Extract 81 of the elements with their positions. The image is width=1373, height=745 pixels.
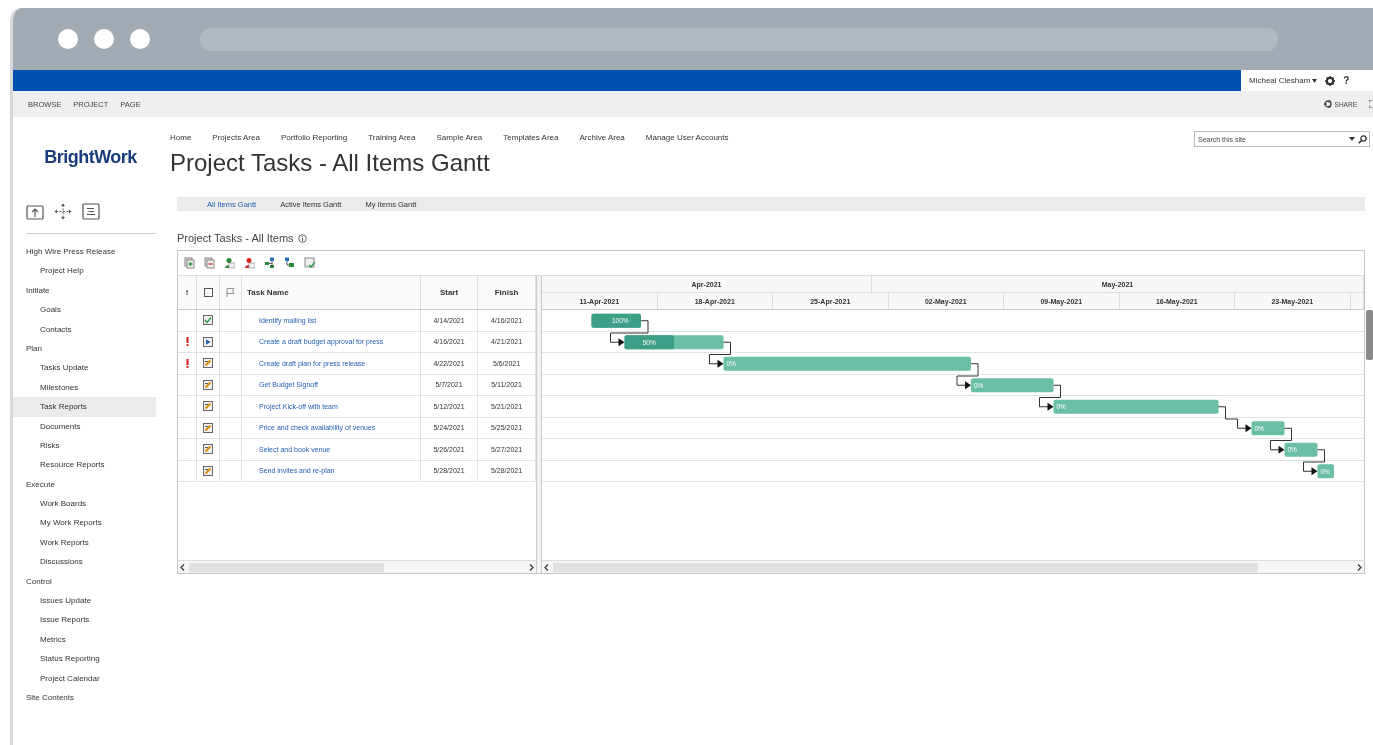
share-icon — [1323, 100, 1332, 108]
nav-item[interactable]: Risks — [13, 435, 156, 456]
dropdown-icon[interactable] — [1349, 137, 1355, 141]
nav-item[interactable]: Goals — [13, 300, 156, 320]
nav-link[interactable]: Portfolio Reporting — [280, 133, 348, 142]
settings-icon[interactable] — [1325, 75, 1336, 86]
logo[interactable]: BrightWork — [44, 146, 137, 168]
caret-icon — [1312, 78, 1318, 83]
checkbox-icon[interactable] — [203, 288, 213, 297]
nav-item[interactable]: Initiate — [13, 280, 156, 301]
nav-item[interactable]: Project Help — [13, 261, 156, 281]
nav-link[interactable]: Projects Area — [212, 133, 260, 142]
column-header[interactable]: ! — [185, 288, 189, 297]
pencil-status-icon[interactable] — [203, 422, 213, 433]
nav-item[interactable]: Plan — [13, 338, 156, 359]
column-header[interactable]: Finish — [494, 288, 519, 297]
link-icon[interactable] — [264, 257, 275, 269]
nav-item[interactable]: Work Boards — [13, 494, 156, 514]
info-icon[interactable] — [297, 233, 307, 243]
nav-item[interactable]: Contacts — [13, 319, 156, 339]
search-icon[interactable] — [1358, 134, 1367, 144]
check-status-icon[interactable] — [203, 315, 213, 326]
scrollbar-thumb[interactable] — [1366, 310, 1373, 360]
nav-item[interactable]: Project Calendar — [13, 668, 156, 688]
pencil-status-icon[interactable] — [203, 358, 213, 369]
nav-item[interactable]: Resource Reports — [13, 455, 156, 475]
move-icon[interactable] — [54, 203, 72, 220]
flag-icon[interactable] — [226, 288, 235, 297]
nav-item[interactable]: Site Contents — [13, 688, 156, 708]
nav-item[interactable]: Work Reports — [13, 532, 156, 553]
gantt-bar[interactable] — [591, 313, 641, 328]
nav-item[interactable]: Execute — [13, 474, 156, 495]
nav-item[interactable]: Status Reporting — [13, 649, 156, 669]
nav-item[interactable]: Metrics — [13, 629, 156, 650]
horizontal-scrollbar[interactable] — [178, 560, 536, 573]
list-icon[interactable] — [82, 203, 100, 220]
document-minus-icon[interactable] — [204, 257, 215, 269]
list-title: Project Tasks - All Items — [177, 232, 294, 244]
nav-link[interactable]: Sample Area — [436, 133, 483, 142]
nav-item[interactable]: Tasks Update — [13, 358, 156, 378]
column-header[interactable]: Start — [439, 288, 459, 297]
nav-item[interactable]: Milestones — [13, 377, 156, 398]
nav-link[interactable]: Archive Area — [579, 133, 625, 142]
scroll-right-icon[interactable] — [529, 563, 534, 571]
document-check-icon[interactable] — [304, 257, 315, 269]
window-dot[interactable] — [94, 29, 114, 49]
document-plus-icon[interactable] — [184, 257, 195, 269]
scroll-left-icon[interactable] — [180, 563, 185, 571]
nav-item[interactable]: Issue Reports — [13, 610, 156, 630]
person-plus-icon[interactable] — [224, 257, 235, 269]
help-link[interactable]: ? — [1343, 75, 1350, 86]
scrollbar-thumb[interactable] — [189, 562, 384, 572]
nav-link[interactable]: Training Area — [368, 133, 416, 142]
nav-link[interactable]: Manage User Accounts — [645, 133, 729, 142]
scrollbar-thumb[interactable] — [553, 562, 1258, 572]
nav-item[interactable]: My Work Reports — [13, 513, 156, 533]
scroll-right-icon[interactable] — [1357, 563, 1362, 571]
pencil-status-icon[interactable] — [203, 444, 213, 455]
pencil-status-icon[interactable] — [203, 379, 213, 390]
horizontal-scrollbar[interactable] — [542, 560, 1364, 573]
window-dot[interactable] — [130, 29, 150, 49]
pencil-status-icon[interactable] — [203, 465, 213, 476]
nav-item[interactable]: Task Reports — [13, 397, 156, 417]
nav-link[interactable]: Templates Area — [503, 133, 559, 142]
window-dot[interactable] — [58, 29, 78, 49]
gantt-bar[interactable] — [624, 335, 724, 350]
user-menu[interactable]: Micheal Clesham — [1249, 76, 1318, 85]
nav-item[interactable]: Control — [13, 571, 156, 592]
upload-icon[interactable] — [26, 203, 44, 220]
nav-link[interactable]: Home — [170, 133, 192, 142]
pencil-status-icon[interactable] — [203, 401, 213, 412]
nav-item[interactable]: High Wire Press Release — [13, 242, 156, 262]
indent-icon[interactable] — [284, 257, 295, 269]
nav-item[interactable]: Documents — [13, 416, 156, 436]
nav-item[interactable]: Issues Update — [13, 591, 156, 611]
person-minus-icon[interactable] — [244, 257, 255, 269]
page-title: Project Tasks - All Items Gantt — [170, 148, 491, 178]
nav-item[interactable]: Discussions — [13, 552, 156, 572]
column-header[interactable]: Task Name — [247, 288, 289, 297]
scroll-left-icon[interactable] — [544, 563, 549, 571]
play-status-icon[interactable] — [203, 336, 213, 347]
